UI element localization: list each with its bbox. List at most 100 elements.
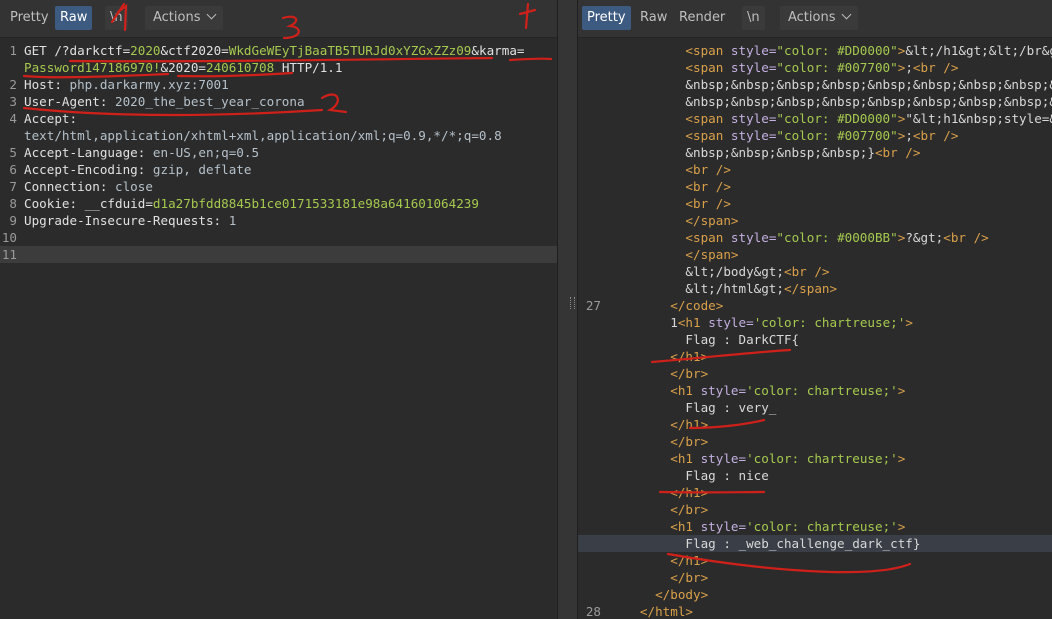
code-token: <h1 [670, 451, 701, 466]
code-token: Connection: [24, 179, 115, 194]
code-token: Accept-Encoding: [24, 162, 153, 177]
code-token: <br /> [685, 162, 731, 177]
line-number: 27 [585, 298, 601, 313]
code-line: </span> [578, 246, 1052, 263]
code-token: php.darkarmy.xyz:7001 [69, 77, 229, 92]
tab-newline[interactable]: \n [742, 6, 765, 30]
code-token: </span> [685, 247, 739, 262]
code-text: <h1 style='color: chartreuse;'> [602, 450, 905, 467]
code-text: text/html,application/xhtml+xml,applicat… [24, 127, 502, 144]
code-text: </br> [602, 501, 708, 518]
code-token: <h1 [677, 315, 709, 330]
code-token: style= [700, 383, 747, 398]
code-token: Flag : very_ [685, 400, 777, 415]
code-line: </body> [578, 586, 1052, 603]
code-text: </html> [602, 603, 693, 619]
code-token: &karma= [471, 43, 525, 58]
code-line: Flag : _web_challenge_dark_ctf} [578, 535, 1052, 552]
code-token: </body> [655, 587, 709, 602]
code-text: <span style="color: #DD0000">&lt;/h1&gt;… [602, 42, 1052, 59]
code-text: <br /> [602, 178, 731, 195]
tab-render[interactable]: Render [674, 6, 730, 30]
tab-newline[interactable]: \n [105, 6, 128, 30]
line-number: 5 [9, 145, 17, 160]
code-text: <span style="color: #007700">;<br /> [602, 127, 958, 144]
line-number: 1 [9, 43, 17, 58]
code-token: <br /> [912, 128, 959, 143]
code-token: <br /> [685, 179, 731, 194]
code-line: </br> [578, 365, 1052, 382]
code-token: Cookie: [24, 196, 85, 211]
tab-raw[interactable]: Raw [635, 6, 672, 30]
drag-handle-icon[interactable] [570, 297, 575, 309]
code-token: <h1 [670, 519, 701, 534]
code-token: <span [685, 60, 731, 75]
code-line: text/html,application/xhtml+xml,applicat… [0, 127, 557, 144]
line-number: 11 [1, 247, 17, 262]
response-pane: Pretty Raw Render \n Actions <span style… [578, 0, 1052, 619]
actions-menu-button[interactable]: Actions [145, 6, 223, 30]
code-text: Upgrade-Insecure-Requests: 1 [24, 212, 236, 229]
code-token: GET /? [24, 43, 70, 58]
code-token: 1 [228, 213, 237, 228]
line-number: 3 [9, 94, 17, 109]
code-token: Accept: [24, 111, 85, 126]
actions-label: Actions [788, 10, 836, 25]
code-line: 27 </code> [578, 297, 1052, 314]
tab-pretty[interactable]: Pretty [582, 6, 631, 30]
code-token: Flag : DarkCTF{ [685, 332, 800, 347]
code-token: style= [700, 519, 747, 534]
code-token: <br /> [783, 264, 830, 279]
request-pane: Pretty Raw \n Actions 1 GET /?darkctf=202… [0, 0, 557, 619]
tab-pretty[interactable]: Pretty [5, 6, 54, 30]
code-token: &nbsp;&nbsp;&nbsp;&nbsp;&nbsp;&nbsp;&nbs… [685, 94, 1052, 109]
code-line: 28 </html> [578, 603, 1052, 619]
code-token: </br> [670, 434, 709, 449]
code-text: </code> [602, 297, 723, 314]
code-line: 1 GET /?darkctf=2020&ctf2020=WkdGeWEyTjBa… [0, 42, 557, 59]
line-number: 6 [9, 162, 17, 177]
code-text: Cookie: __cfduid=d1a27bfdd8845b1ce017153… [24, 195, 479, 212]
code-token: &nbsp;&nbsp;&nbsp;&nbsp;} [685, 145, 875, 160]
code-line: </h1> [578, 416, 1052, 433]
pane-splitter[interactable] [557, 0, 578, 619]
response-editor[interactable]: <span style="color: #DD0000">&lt;/h1&gt;… [578, 38, 1052, 619]
code-token: gzip, deflate [152, 162, 252, 177]
code-text: </br> [602, 433, 708, 450]
code-text: </h1> [602, 484, 708, 501]
tab-raw[interactable]: Raw [55, 6, 93, 30]
code-token: en-US,en;q=0.5 [152, 145, 260, 160]
code-line: </br> [578, 433, 1052, 450]
code-token: </h1> [670, 553, 709, 568]
code-token: </span> [685, 213, 739, 228]
code-text: Flag : DarkCTF{ [602, 331, 799, 348]
code-token: "&lt;h1&nbsp;style=&#039; [905, 111, 1052, 126]
code-token: style= [730, 128, 777, 143]
code-text: </br> [602, 569, 708, 586]
code-token: <br /> [874, 145, 921, 160]
code-text: </h1> [602, 416, 708, 433]
code-text: Accept-Language: en-US,en;q=0.5 [24, 144, 259, 161]
code-text: </span> [602, 246, 738, 263]
code-line: Flag : DarkCTF{ [578, 331, 1052, 348]
code-text: Flag : very_ [602, 399, 776, 416]
code-line: 7 Connection: close [0, 178, 557, 195]
code-token: 240610708 [205, 60, 275, 75]
code-line: &nbsp;&nbsp;&nbsp;&nbsp;&nbsp;&nbsp;&nbs… [578, 76, 1052, 93]
code-token: > [905, 315, 913, 330]
code-token: 2020 [130, 43, 161, 58]
code-token: &lt;/body&gt; [685, 264, 784, 279]
request-editor[interactable]: 1 GET /?darkctf=2020&ctf2020=WkdGeWEyTjBa… [0, 38, 557, 619]
code-token: > [897, 519, 906, 534]
code-token: </h1> [670, 485, 709, 500]
code-line: <br /> [578, 178, 1052, 195]
code-token: style= [730, 43, 777, 58]
code-text: Flag : _web_challenge_dark_ctf} [602, 535, 920, 552]
code-line: </h1> [578, 552, 1052, 569]
code-token: </html> [639, 604, 693, 619]
code-token: "color: #007700" [776, 60, 898, 75]
code-text: <br /> [602, 195, 731, 212]
response-toolbar: Pretty Raw Render \n Actions [578, 0, 1052, 38]
code-line: 5 Accept-Language: en-US,en;q=0.5 [0, 144, 557, 161]
actions-menu-button[interactable]: Actions [780, 6, 858, 30]
